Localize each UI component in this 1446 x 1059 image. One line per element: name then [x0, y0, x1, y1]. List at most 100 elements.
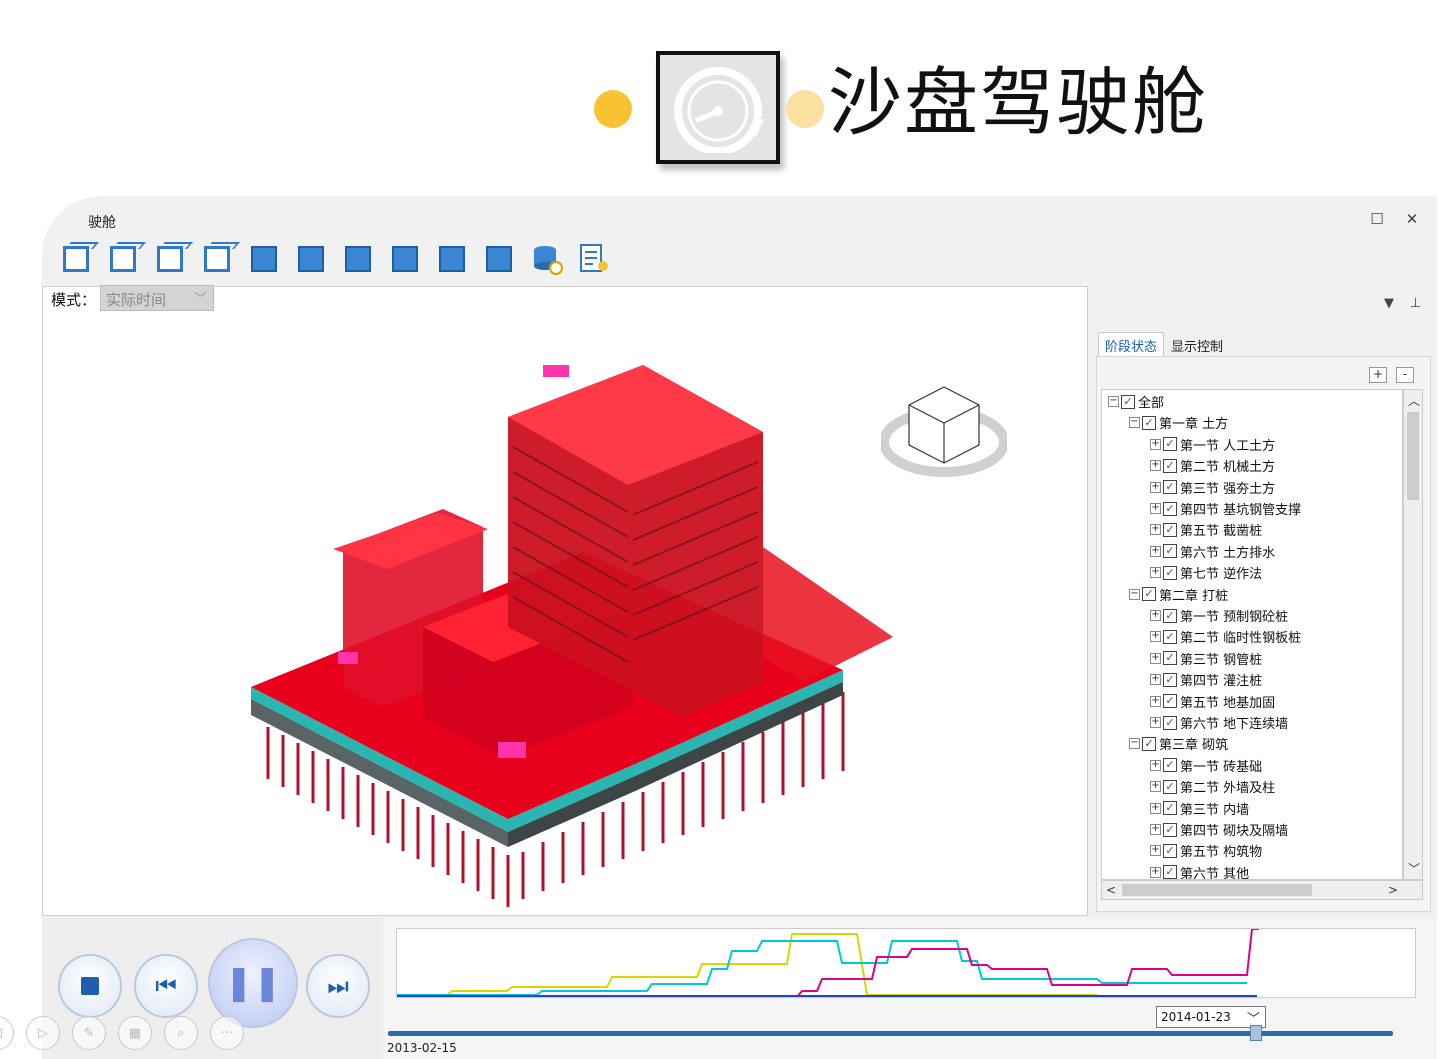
checkbox[interactable]: ✓ [1163, 865, 1177, 879]
tree-node[interactable]: + ✓ 第四节 灌注桩 [1150, 669, 1262, 690]
view-cube-9[interactable] [436, 242, 470, 276]
checkbox[interactable]: ✓ [1163, 715, 1177, 730]
expand-all-button[interactable]: + [1369, 367, 1387, 383]
maximize-icon[interactable]: ☐ [1368, 210, 1386, 228]
expand-node-icon[interactable]: + [1150, 524, 1161, 536]
close-icon[interactable]: ✕ [1403, 210, 1421, 228]
expand-node-icon[interactable]: + [1150, 695, 1161, 707]
expand-node-icon[interactable]: + [1150, 802, 1161, 814]
expand-node-icon[interactable]: + [1150, 503, 1161, 514]
tree-node[interactable]: + ✓ 第二节 临时性钢板桩 [1150, 626, 1301, 647]
view-cube-7[interactable] [342, 242, 376, 276]
checkbox[interactable]: ✓ [1163, 480, 1177, 495]
checkbox[interactable]: ✓ [1163, 843, 1177, 858]
tree-node[interactable]: − ✓ 第二章 打桩 [1129, 584, 1228, 605]
checkbox[interactable]: ✓ [1163, 758, 1177, 773]
tree-vertical-scrollbar[interactable]: ︿ ﹀ [1403, 389, 1423, 880]
tree-node[interactable]: + ✓ 第三节 内墙 [1150, 798, 1249, 819]
expand-node-icon[interactable]: + [1150, 460, 1161, 472]
fast-forward-icon[interactable]: ⏭ [306, 954, 370, 1018]
collapse-all-button[interactable]: - [1396, 367, 1414, 383]
zoom-icon[interactable]: ⌕ [164, 1016, 198, 1050]
tree-node[interactable]: + ✓ 第三节 钢管桩 [1150, 648, 1262, 669]
expand-node-icon[interactable]: + [1150, 652, 1161, 664]
tree-node[interactable]: + ✓ 第六节 土方排水 [1150, 541, 1275, 562]
play-icon[interactable]: ▷ [26, 1016, 60, 1050]
tree-node[interactable]: + ✓ 第五节 构筑物 [1150, 840, 1262, 861]
expand-node-icon[interactable]: + [1150, 781, 1161, 793]
checkbox[interactable]: ✓ [1163, 437, 1177, 452]
tree-node[interactable]: + ✓ 第七节 逆作法 [1150, 562, 1262, 583]
tab-display-control[interactable]: 显示控制 [1164, 332, 1230, 359]
tree-node[interactable]: + ✓ 第二节 外墙及柱 [1150, 776, 1275, 797]
collapse-node-icon[interactable]: − [1129, 738, 1140, 750]
checkbox[interactable]: ✓ [1163, 522, 1177, 537]
expand-node-icon[interactable]: + [1150, 481, 1161, 493]
pause-icon[interactable]: ❚❚ [208, 938, 298, 1028]
expand-node-icon[interactable]: + [1150, 717, 1161, 728]
scroll-left-icon[interactable]: < [1106, 883, 1116, 897]
expand-node-icon[interactable]: + [1150, 866, 1161, 878]
tree-node[interactable]: + ✓ 第一节 砖基础 [1150, 755, 1262, 776]
collapse-node-icon[interactable]: − [1129, 588, 1140, 600]
checkbox[interactable]: ✓ [1163, 608, 1177, 623]
tree-node[interactable]: + ✓ 第一节 预制钢砼桩 [1150, 605, 1288, 626]
3d-viewport[interactable] [42, 286, 1088, 916]
view-cube-3[interactable] [154, 242, 188, 276]
expand-node-icon[interactable]: + [1150, 759, 1161, 771]
report-settings-icon[interactable] [577, 242, 611, 276]
expand-node-icon[interactable]: + [1150, 845, 1161, 857]
checkbox[interactable]: ✓ [1142, 736, 1156, 751]
collapse-node-icon[interactable]: − [1108, 396, 1119, 407]
expand-node-icon[interactable]: + [1150, 610, 1161, 621]
view-cube-gizmo[interactable] [881, 377, 1007, 477]
scroll-down-icon[interactable]: ﹀ [1408, 860, 1420, 877]
expand-node-icon[interactable]: + [1150, 631, 1161, 643]
view-cube-10[interactable] [483, 242, 517, 276]
tree-node[interactable]: + ✓ 第二节 机械土方 [1150, 455, 1275, 476]
checkbox[interactable]: ✓ [1163, 694, 1177, 709]
tab-stage-status[interactable]: 阶段状态 [1098, 332, 1165, 359]
tree-node[interactable]: + ✓ 第四节 基坑钢管支撑 [1150, 498, 1301, 519]
checkbox[interactable]: ✓ [1163, 629, 1177, 644]
checkbox[interactable]: ✓ [1163, 544, 1177, 559]
tree-horizontal-scrollbar[interactable]: < > [1101, 880, 1423, 900]
database-refresh-icon[interactable] [530, 242, 564, 276]
back-icon[interactable]: ◁ [0, 1016, 14, 1050]
hscroll-thumb[interactable] [1122, 884, 1312, 896]
checkbox[interactable]: ✓ [1163, 501, 1177, 516]
checkbox[interactable]: ✓ [1142, 415, 1156, 430]
tree-node[interactable]: − ✓ 第三章 砌筑 [1129, 733, 1228, 754]
timeline-slider-handle[interactable] [1250, 1025, 1262, 1041]
checkbox[interactable]: ✓ [1163, 822, 1177, 837]
tree-node[interactable]: + ✓ 第一节 人工土方 [1150, 434, 1275, 455]
grid-icon[interactable]: ▦ [118, 1016, 152, 1050]
checkbox[interactable]: ✓ [1142, 587, 1156, 602]
tree-node[interactable]: + ✓ 第三节 强夯土方 [1150, 477, 1275, 498]
tree-node[interactable]: + ✓ 第五节 截凿桩 [1150, 519, 1262, 540]
view-cube-8[interactable] [389, 242, 423, 276]
checkbox[interactable]: ✓ [1163, 651, 1177, 666]
checkbox[interactable]: ✓ [1163, 672, 1177, 687]
tree-node[interactable]: + ✓ 第六节 地下连续墙 [1150, 712, 1288, 733]
dropdown-arrow-icon[interactable]: ▼ [1384, 296, 1394, 311]
mode-select[interactable]: 实际时间 ﹀ [100, 285, 214, 311]
checkbox[interactable]: ✓ [1163, 458, 1177, 473]
checkbox[interactable]: ✓ [1163, 565, 1177, 580]
expand-node-icon[interactable]: + [1150, 545, 1161, 557]
checkbox[interactable]: ✓ [1121, 394, 1135, 409]
view-cube-2[interactable] [107, 242, 141, 276]
collapse-node-icon[interactable]: − [1129, 417, 1140, 429]
tree-node[interactable]: + ✓ 第四节 砌块及隔墙 [1150, 819, 1288, 840]
view-cube-4[interactable] [201, 242, 235, 276]
view-cube-1[interactable] [60, 242, 94, 276]
expand-node-icon[interactable]: + [1150, 567, 1161, 579]
expand-node-icon[interactable]: + [1150, 674, 1161, 686]
tree-node[interactable]: + ✓ 第五节 地基加固 [1150, 691, 1275, 712]
scroll-up-icon[interactable]: ︿ [1408, 392, 1420, 409]
expand-node-icon[interactable]: + [1150, 438, 1161, 450]
checkbox[interactable]: ✓ [1163, 801, 1177, 816]
tree-node[interactable]: + ✓ 第六节 其他 [1150, 862, 1249, 879]
checkbox[interactable]: ✓ [1163, 779, 1177, 794]
tree-node[interactable]: − ✓ 第一章 土方 [1129, 412, 1228, 433]
